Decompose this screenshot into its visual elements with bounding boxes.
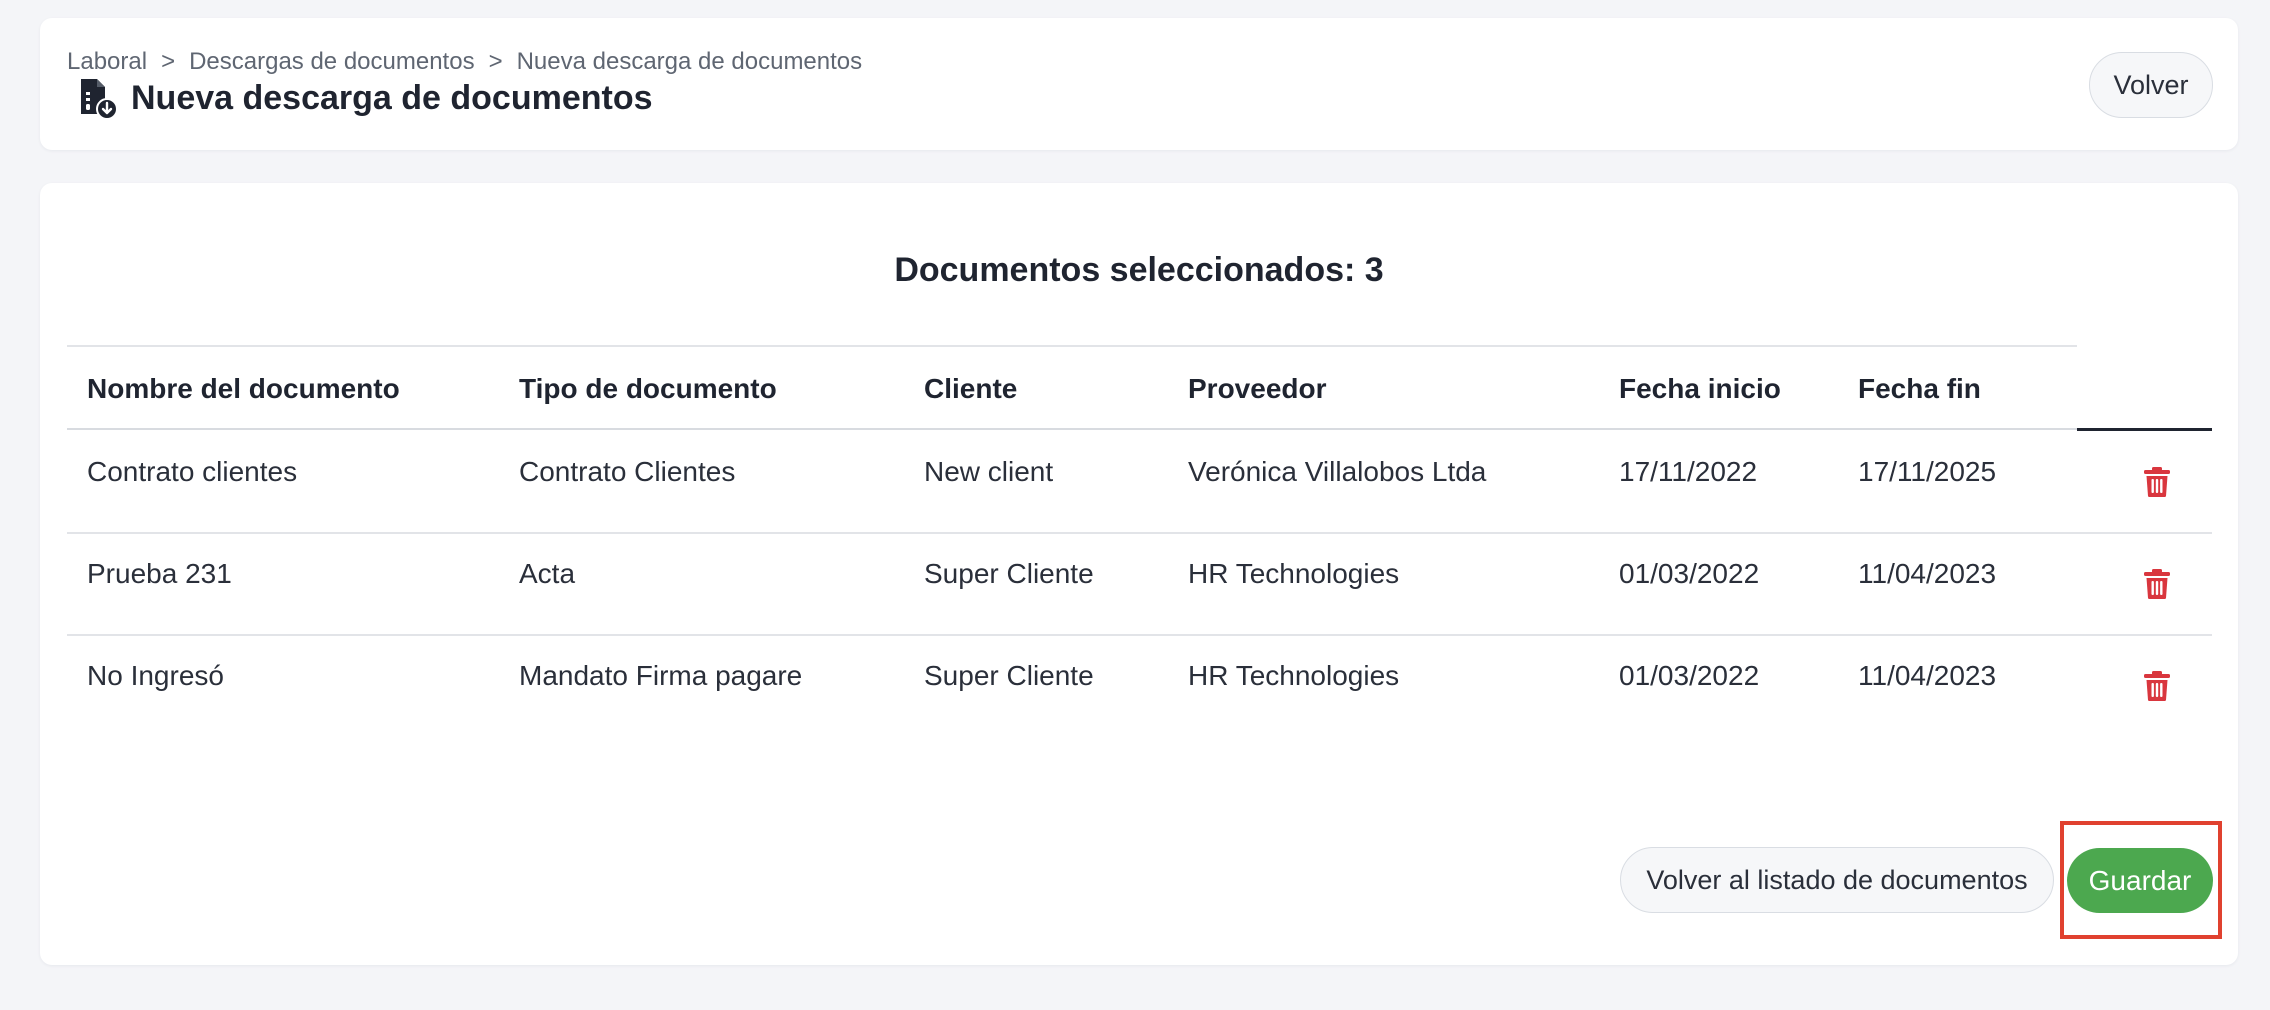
cell-provider: Verónica Villalobos Ltda bbox=[1188, 456, 1487, 487]
cell-provider: HR Technologies bbox=[1188, 558, 1400, 589]
breadcrumb: Laboral > Descargas de documentos > Nueva de… bbox=[67, 48, 862, 76]
cell-document-type: Acta bbox=[519, 558, 576, 589]
cell-client: New client bbox=[924, 456, 1054, 487]
cell-start-date: 17/11/2022 bbox=[1619, 456, 1758, 487]
cell-document-name: Prueba 231 bbox=[87, 558, 232, 589]
column-header-document-type: Tipo de documento bbox=[519, 373, 777, 404]
cell-start-date: 01/03/2022 bbox=[1619, 660, 1760, 691]
column-header-client: Cliente bbox=[924, 373, 1018, 404]
table-header: Nombre del documento Tipo de documento C… bbox=[67, 345, 2077, 430]
main-card: Documentos seleccionados: 3 Nombre del d… bbox=[40, 183, 2238, 965]
save-button[interactable]: Guardar bbox=[2067, 848, 2213, 913]
header-card: Laboral > Descargas de documentos > Nueva de… bbox=[40, 18, 2238, 150]
breadcrumb-separator: > bbox=[488, 48, 503, 75]
cell-client: Super Cliente bbox=[924, 558, 1094, 589]
cell-client: Super Cliente bbox=[924, 660, 1094, 691]
table-row: Prueba 231 Acta Super Cliente HR Technol… bbox=[67, 534, 2212, 636]
actions-column-underline bbox=[2077, 428, 2212, 431]
column-header-start-date: Fecha inicio bbox=[1619, 373, 1781, 404]
cell-document-type: Mandato Firma pagare bbox=[519, 660, 803, 691]
delete-row-button[interactable] bbox=[2137, 462, 2177, 502]
column-header-provider: Proveedor bbox=[1188, 373, 1327, 404]
cell-end-date: 11/04/2023 bbox=[1858, 660, 1997, 691]
selected-count-heading: Documentos seleccionados: 3 bbox=[894, 251, 1384, 289]
column-header-document-name: Nombre del documento bbox=[87, 373, 400, 404]
table-row: No Ingresó Mandato Firma pagare Super Cl… bbox=[67, 636, 2212, 738]
cell-provider: HR Technologies bbox=[1188, 660, 1400, 691]
cell-document-name: Contrato clientes bbox=[87, 456, 298, 487]
title-row: Nueva descarga de documentos bbox=[75, 76, 653, 120]
cell-document-name: No Ingresó bbox=[87, 660, 224, 691]
page-title: Nueva descarga de documentos bbox=[131, 78, 653, 117]
cell-end-date: 17/11/2025 bbox=[1858, 456, 1997, 487]
trash-icon bbox=[2144, 671, 2170, 701]
column-header-end-date: Fecha fin bbox=[1858, 373, 1981, 404]
trash-icon bbox=[2144, 467, 2170, 497]
trash-icon bbox=[2144, 569, 2170, 599]
delete-row-button[interactable] bbox=[2137, 666, 2177, 706]
breadcrumb-item-laboral[interactable]: Laboral bbox=[67, 48, 147, 75]
table-row: Contrato clientes Contrato Clientes New … bbox=[67, 432, 2212, 534]
breadcrumb-separator: > bbox=[161, 48, 176, 75]
back-to-list-button[interactable]: Volver al listado de documentos bbox=[1620, 847, 2054, 913]
document-download-icon bbox=[81, 79, 118, 120]
cell-end-date: 11/04/2023 bbox=[1858, 558, 1997, 589]
breadcrumb-item-current: Nueva descarga de documentos bbox=[516, 48, 863, 75]
cell-document-type: Contrato Clientes bbox=[519, 456, 736, 487]
back-button[interactable]: Volver bbox=[2089, 52, 2213, 118]
delete-row-button[interactable] bbox=[2137, 564, 2177, 604]
breadcrumb-item-descargas[interactable]: Descargas de documentos bbox=[189, 48, 475, 75]
cell-start-date: 01/03/2022 bbox=[1619, 558, 1760, 589]
